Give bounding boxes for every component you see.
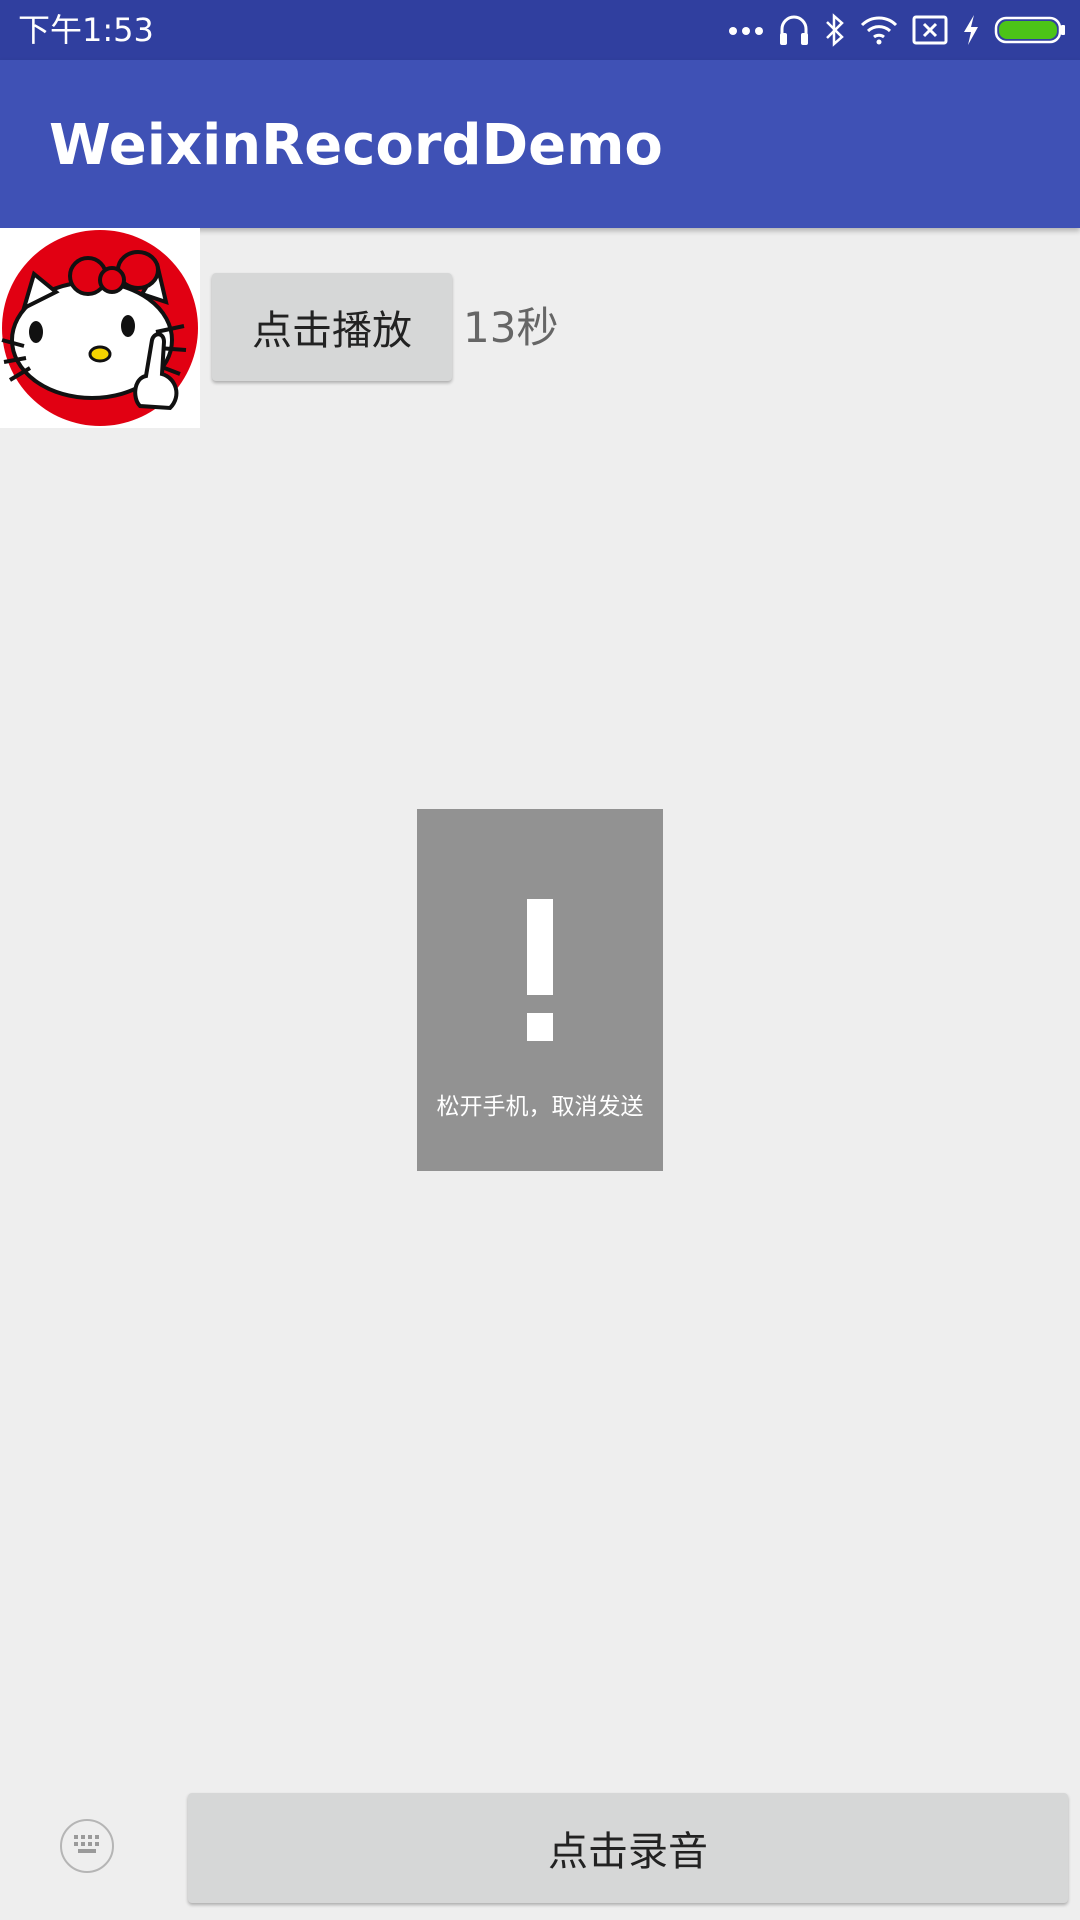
status-bar: 下午1:53 (0, 0, 1080, 60)
bluetooth-icon (824, 13, 846, 47)
hello-kitty-avatar-icon (0, 228, 200, 428)
screen: 下午1:53 WeixinRecordDemo 点击播放 13秒 松开手机，取消… (0, 0, 1080, 1920)
keyboard-toggle-button[interactable] (60, 1819, 114, 1873)
battery-icon (994, 15, 1066, 45)
record-button[interactable]: 点击录音 (188, 1793, 1068, 1903)
status-icons (728, 10, 1066, 50)
sim-error-icon (912, 15, 948, 45)
more-dots-icon (728, 24, 764, 36)
voice-duration: 13秒 (463, 303, 559, 352)
cancel-dialog: 松开手机，取消发送 (417, 809, 663, 1171)
app-title: WeixinRecordDemo (49, 113, 663, 178)
cancel-hint-text: 松开手机，取消发送 (436, 1094, 644, 1120)
app-bar: WeixinRecordDemo (0, 60, 1080, 228)
exclamation-icon (417, 899, 663, 1043)
play-button[interactable]: 点击播放 (212, 273, 452, 381)
keyboard-icon (72, 1833, 102, 1859)
wifi-icon (860, 15, 898, 45)
headset-icon (778, 13, 810, 47)
status-time: 下午1:53 (18, 11, 154, 49)
charging-icon (962, 14, 980, 46)
